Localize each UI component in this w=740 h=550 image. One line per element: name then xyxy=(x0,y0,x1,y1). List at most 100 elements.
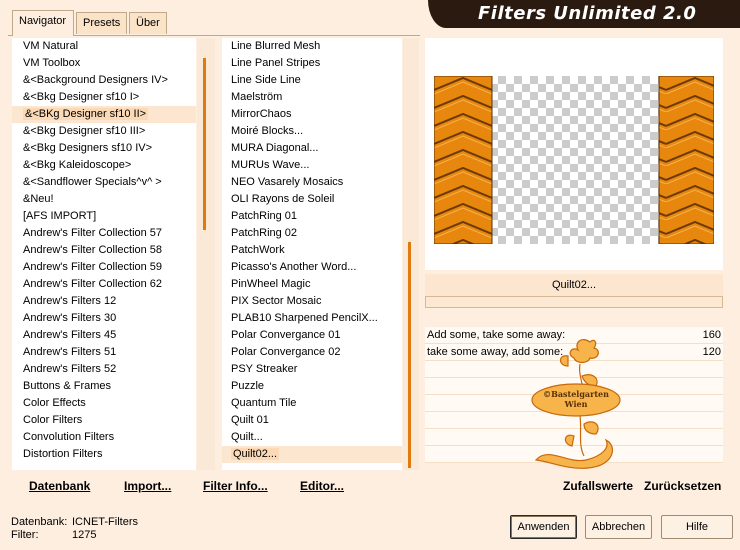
category-item-label: Andrew's Filters 52 xyxy=(23,363,117,375)
randomize-button[interactable]: Zufallswerte xyxy=(563,479,633,493)
filter-item[interactable]: OLI Rayons de Soleil xyxy=(222,191,402,208)
help-button[interactable]: Hilfe xyxy=(661,515,733,539)
filter-item-label: Line Blurred Mesh xyxy=(231,40,321,52)
category-item[interactable]: [AFS IMPORT] xyxy=(12,208,196,225)
filter-item-label: Moiré Blocks... xyxy=(231,125,304,137)
category-item[interactable]: VM Toolbox xyxy=(12,55,196,72)
category-item-label: &<BKg Designer sf10 II> xyxy=(23,108,149,120)
cancel-button[interactable]: Abbrechen xyxy=(585,515,652,539)
category-item[interactable]: Andrew's Filters 45 xyxy=(12,327,196,344)
category-scroll-thumb[interactable] xyxy=(203,58,206,230)
filter-item[interactable]: Quilt... xyxy=(222,429,402,446)
category-item-label: [AFS IMPORT] xyxy=(23,210,97,222)
filter-item[interactable]: Puzzle xyxy=(222,378,402,395)
category-item-label: &<Bkg Kaleidoscope> xyxy=(23,159,132,171)
category-item[interactable]: &<Bkg Designer sf10 I> xyxy=(12,89,196,106)
category-list[interactable]: VM Natural VM Toolbox &<Background Designe… xyxy=(12,38,196,470)
filter-item-label: Polar Convergance 01 xyxy=(231,329,341,341)
category-item-label: Buttons & Frames xyxy=(23,380,112,392)
filter-item[interactable]: Picasso's Another Word... xyxy=(222,259,402,276)
category-item[interactable]: &<Bkg Designer sf10 III> xyxy=(12,123,196,140)
category-item[interactable]: Andrew's Filter Collection 58 xyxy=(12,242,196,259)
filter-item[interactable]: Polar Convergance 01 xyxy=(222,327,402,344)
filter-item[interactable]: Line Panel Stripes xyxy=(222,55,402,72)
category-item[interactable]: Andrew's Filters 12 xyxy=(12,293,196,310)
category-item[interactable]: Andrew's Filter Collection 59 xyxy=(12,259,196,276)
filter-item[interactable]: NEO Vasarely Mosaics xyxy=(222,174,402,191)
filter-item[interactable]: Quantum Tile xyxy=(222,395,402,412)
filter-item-label: Quilt... xyxy=(231,431,263,443)
filter-item[interactable]: MURA Diagonal... xyxy=(222,140,402,157)
filter-item-label: Puzzle xyxy=(231,380,265,392)
category-item[interactable]: &Neu! xyxy=(12,191,196,208)
category-scrollbar[interactable] xyxy=(197,38,215,470)
category-item-label: Andrew's Filters 45 xyxy=(23,329,117,341)
filter-item[interactable]: Quilt02... xyxy=(222,446,402,463)
filter-item[interactable]: Moiré Blocks... xyxy=(222,123,402,140)
filter-item[interactable]: PIX Sector Mosaic xyxy=(222,293,402,310)
filter-item-label: Quantum Tile xyxy=(231,397,297,409)
parameter-value[interactable]: 120 xyxy=(703,346,721,358)
filter-list[interactable]: Line Blurred Mesh Line Panel Stripes Line … xyxy=(222,38,402,470)
filter-item[interactable]: PatchRing 01 xyxy=(222,208,402,225)
category-item[interactable]: Andrew's Filters 52 xyxy=(12,361,196,378)
category-item-label: Convolution Filters xyxy=(23,431,115,443)
tab-presets[interactable]: Presets xyxy=(76,12,127,34)
category-item-label: &<Background Designers IV> xyxy=(23,74,168,86)
filter-item[interactable]: Line Side Line xyxy=(222,72,402,89)
reset-button[interactable]: Zurücksetzen xyxy=(644,479,721,493)
category-item[interactable]: Andrew's Filters 30 xyxy=(12,310,196,327)
watermark-text-1: ©Bastelgarten xyxy=(543,389,609,399)
category-item[interactable]: Andrew's Filter Collection 62 xyxy=(12,276,196,293)
filter-item[interactable]: MirrorChaos xyxy=(222,106,402,123)
filter-count-label: Filter: xyxy=(11,529,39,541)
selected-filter-name: Quilt02... xyxy=(425,274,723,296)
category-item[interactable]: Convolution Filters xyxy=(12,429,196,446)
filter-item-label: PinWheel Magic xyxy=(231,278,311,290)
filter-item-label: OLI Rayons de Soleil xyxy=(231,193,335,205)
filter-item[interactable]: PinWheel Magic xyxy=(222,276,402,293)
database-button[interactable]: Datenbank xyxy=(29,479,90,493)
editor-button[interactable]: Editor... xyxy=(300,479,344,493)
preview-image xyxy=(434,76,714,244)
filter-info-button[interactable]: Filter Info... xyxy=(203,479,268,493)
filter-item-label: PSY Streaker xyxy=(231,363,298,375)
filter-item-label: PatchWork xyxy=(231,244,285,256)
category-item[interactable]: &<Bkg Designers sf10 IV> xyxy=(12,140,196,157)
filter-item[interactable]: Maelström xyxy=(222,89,402,106)
tab-uber[interactable]: Über xyxy=(129,12,167,34)
filter-item-label: Line Panel Stripes xyxy=(231,57,321,69)
filter-item-label: PIX Sector Mosaic xyxy=(231,295,322,307)
category-item-label: Color Effects xyxy=(23,397,86,409)
category-item[interactable]: Distortion Filters xyxy=(12,446,196,463)
filter-item[interactable]: MURUs Wave... xyxy=(222,157,402,174)
filter-item[interactable]: PSY Streaker xyxy=(222,361,402,378)
filter-count-value: 1275 xyxy=(72,529,97,541)
filter-item[interactable]: PLAB10 Sharpened PencilX... xyxy=(222,310,402,327)
category-item[interactable]: Andrew's Filters 51 xyxy=(12,344,196,361)
category-item[interactable]: Andrew's Filter Collection 57 xyxy=(12,225,196,242)
category-item-label: Andrew's Filter Collection 59 xyxy=(23,261,163,273)
filter-item-label: NEO Vasarely Mosaics xyxy=(231,176,344,188)
apply-button[interactable]: Anwenden xyxy=(510,515,577,539)
category-item[interactable]: VM Natural xyxy=(12,38,196,55)
import-button[interactable]: Import... xyxy=(124,479,171,493)
filter-item[interactable]: Quilt 01 xyxy=(222,412,402,429)
app-title: Filters Unlimited 2.0 xyxy=(478,3,697,24)
tab-navigator[interactable]: Navigator xyxy=(12,10,74,36)
database-value: ICNET-Filters xyxy=(72,516,138,528)
filter-item[interactable]: Line Blurred Mesh xyxy=(222,38,402,55)
filter-item[interactable]: Polar Convergance 02 xyxy=(222,344,402,361)
category-item[interactable]: &<BKg Designer sf10 II> xyxy=(12,106,196,123)
category-item[interactable]: Color Effects xyxy=(12,395,196,412)
parameter-value[interactable]: 160 xyxy=(703,329,721,341)
filter-item[interactable]: PatchRing 02 xyxy=(222,225,402,242)
category-item[interactable]: Color Filters xyxy=(12,412,196,429)
category-item[interactable]: Buttons & Frames xyxy=(12,378,196,395)
category-item[interactable]: &<Bkg Kaleidoscope> xyxy=(12,157,196,174)
filter-scrollbar[interactable] xyxy=(403,38,419,470)
filter-item[interactable]: PatchWork xyxy=(222,242,402,259)
category-item[interactable]: &<Background Designers IV> xyxy=(12,72,196,89)
category-item[interactable]: &<Sandflower Specials^v^ > xyxy=(12,174,196,191)
filter-scroll-thumb[interactable] xyxy=(408,242,411,468)
